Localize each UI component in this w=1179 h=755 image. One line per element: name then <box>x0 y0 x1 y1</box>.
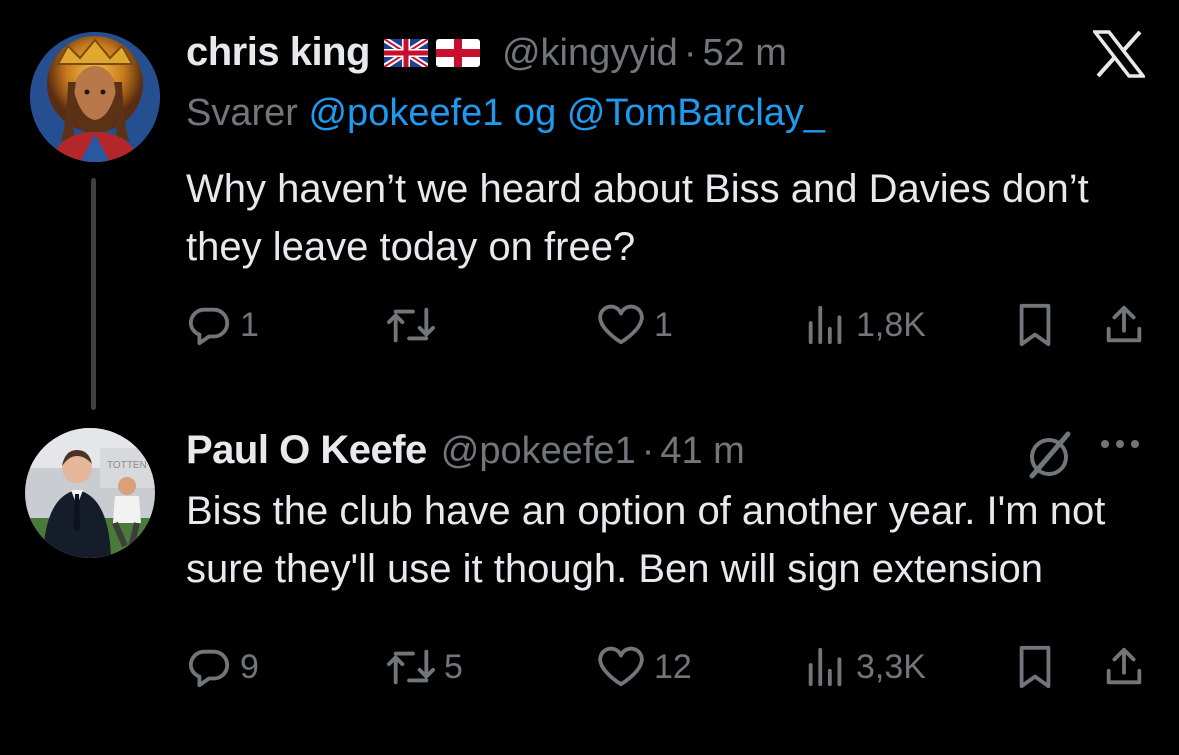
retweet-icon <box>387 307 435 343</box>
tweet-text: Biss the club have an option of another … <box>186 489 1106 591</box>
handle-and-time: @pokeefe1 · 41 m <box>440 430 745 472</box>
avatar-chris-king[interactable] <box>30 32 160 162</box>
reply-count: 9 <box>240 647 259 686</box>
tweet-paul-o-keefe[interactable]: TOTTEN Paul O Keefe @pokeefe1 · 41 m Biss … <box>0 410 1179 755</box>
heart-icon <box>598 646 644 687</box>
user-handle[interactable]: @pokeefe1 <box>441 430 636 472</box>
user-handle[interactable]: @kingyyid <box>502 32 678 74</box>
like-button[interactable]: 1 <box>596 302 673 348</box>
retweet-button[interactable] <box>386 302 444 348</box>
views-button[interactable]: 3,3K <box>804 644 926 690</box>
replying-conjunction: og <box>513 92 557 134</box>
like-button[interactable]: 12 <box>596 644 692 690</box>
bookmark-button[interactable] <box>1014 644 1056 690</box>
mention-link-1[interactable]: @pokeefe1 <box>308 92 503 134</box>
avatar-paul-o-keefe[interactable]: TOTTEN <box>25 428 155 558</box>
like-count: 12 <box>654 647 692 686</box>
share-button[interactable] <box>1101 302 1147 348</box>
x-logo-icon <box>1093 30 1145 78</box>
views-count: 1,8K <box>856 305 926 344</box>
retweet-count: 5 <box>444 647 463 686</box>
tweet-text: Why haven’t we heard about Biss and Davi… <box>186 167 1089 269</box>
tweet-header: Paul O Keefe @pokeefe1 · 41 m <box>186 428 745 473</box>
reply-button[interactable]: 9 <box>186 644 259 690</box>
views-chart-icon <box>808 647 842 687</box>
thread-connector-line <box>91 178 96 410</box>
england-flag-icon <box>435 38 480 67</box>
like-count: 1 <box>654 305 673 344</box>
share-icon <box>1106 305 1142 343</box>
name-emoji-flags <box>383 38 480 67</box>
handle-and-time: @kingyyid · 52 m <box>501 32 787 74</box>
tweet-actions: 1 1 1,8K <box>186 300 1151 350</box>
tweet-actions: 9 5 12 3,3K <box>186 642 1151 692</box>
heart-icon <box>598 304 644 345</box>
display-name[interactable]: Paul O Keefe <box>186 428 427 473</box>
display-name[interactable]: chris king <box>186 30 370 75</box>
reply-icon <box>188 307 230 346</box>
replying-prefix: Svarer <box>186 92 298 134</box>
reply-count: 1 <box>240 305 259 344</box>
reply-icon <box>188 649 230 688</box>
views-count: 3,3K <box>856 647 926 686</box>
mention-link-2[interactable]: @TomBarclay_ <box>567 92 825 134</box>
bookmark-button[interactable] <box>1014 302 1056 348</box>
reply-button[interactable]: 1 <box>186 302 259 348</box>
uk-flag-icon <box>383 38 428 67</box>
bookmark-icon <box>1019 645 1051 689</box>
retweet-button[interactable]: 5 <box>386 644 463 690</box>
more-options-icon[interactable] <box>1101 440 1139 448</box>
share-icon <box>1106 647 1142 685</box>
views-chart-icon <box>808 305 842 345</box>
tweet-chris-king[interactable]: chris king @kingyyid · 52 m Svarer @poke… <box>0 0 1179 410</box>
svg-text:TOTTEN: TOTTEN <box>107 460 147 471</box>
views-button[interactable]: 1,8K <box>804 302 926 348</box>
share-button[interactable] <box>1101 644 1147 690</box>
replying-to: Svarer @pokeefe1 og @TomBarclay_ <box>186 92 825 135</box>
tweet-header: chris king @kingyyid · 52 m <box>186 30 787 75</box>
retweet-icon <box>387 649 435 685</box>
timestamp[interactable]: 52 m <box>702 32 786 74</box>
timestamp[interactable]: 41 m <box>660 430 744 472</box>
grok-icon[interactable] <box>1020 426 1078 484</box>
bookmark-icon <box>1019 303 1051 347</box>
